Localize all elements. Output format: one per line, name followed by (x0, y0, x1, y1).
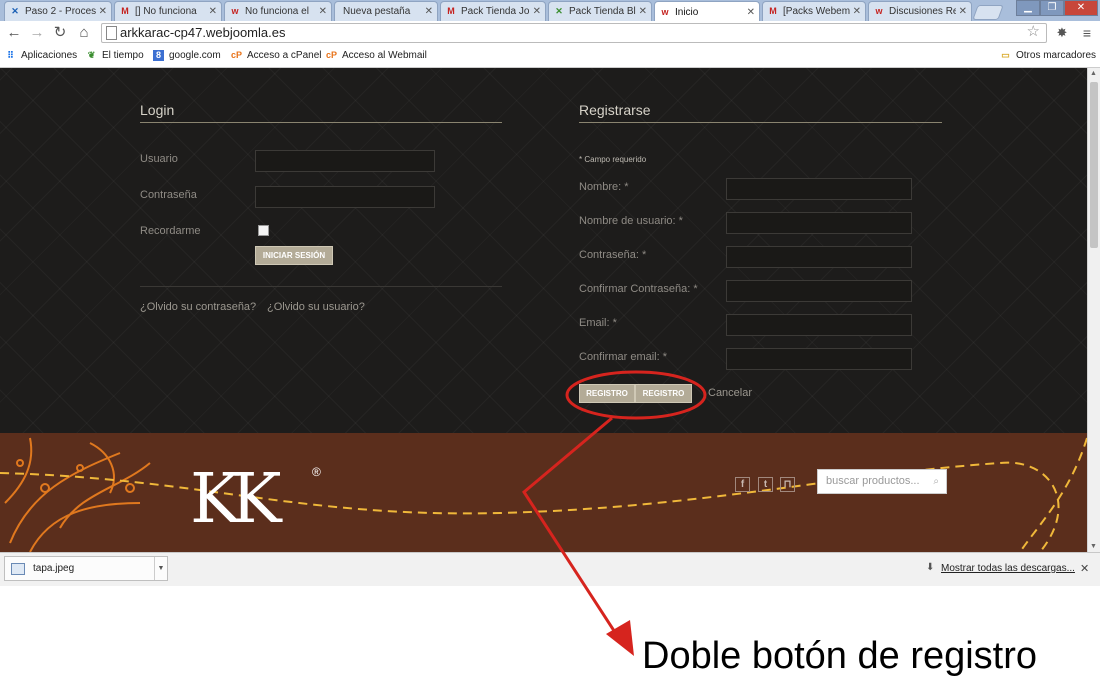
annotation-overlay (522, 370, 707, 656)
highlight-ellipse (565, 370, 707, 420)
annotation-caption: Doble botón de registro (642, 635, 1038, 677)
annotation-arrow (522, 416, 622, 641)
